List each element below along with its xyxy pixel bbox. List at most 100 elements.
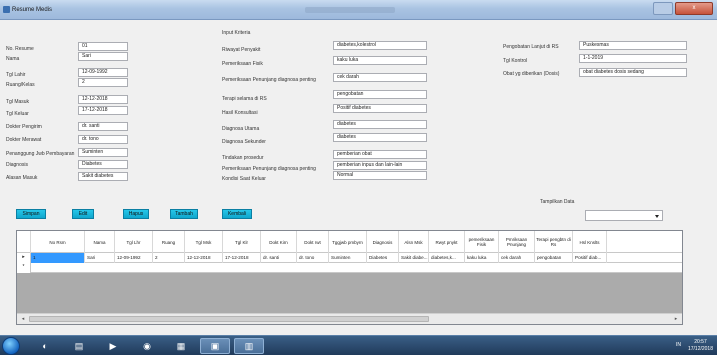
label-kondisi-keluar: Kondisi Saat Keluar (222, 176, 266, 182)
label-dokter-pengirim: Dokter Pengirim (6, 124, 42, 130)
label-no-resume: No. Resume (6, 46, 34, 52)
table-cell[interactable]: Sakit diabe... (399, 253, 429, 263)
col-header[interactable]: Pmriksaan Pnunjang (499, 231, 535, 253)
input-pemeriksaan-penunjang[interactable]: cek darah (333, 73, 427, 82)
input-tgl-keluar[interactable]: 17-12-2018 (78, 106, 128, 115)
input-alasan-masuk[interactable]: Sakit diabetes (78, 172, 128, 181)
input-hasil-konsultasi[interactable]: Positif diabetes (333, 104, 427, 113)
data-grid[interactable]: No Rsm Nama Tgl Lhr Ruang Tgl Msk Tgl Kl… (16, 230, 683, 325)
input-dokter-pengirim[interactable]: dr. santi (78, 122, 128, 131)
kembali-button[interactable]: Kembali (222, 209, 252, 219)
input-diagnosa-sekunder[interactable]: diabetes (333, 133, 427, 142)
col-header[interactable]: Tggjwb pmbyrn (329, 231, 367, 253)
blurred-title-strip (305, 7, 395, 13)
table-cell[interactable]: Sari (85, 253, 115, 263)
label-pemeriksaan-penunjang: Pemeriksaan Penunjang diagnosa penting (222, 77, 316, 83)
input-no-resume[interactable]: 01 (78, 42, 128, 51)
input-dokter-merawat[interactable]: dr. tono (78, 135, 128, 144)
input-tgl-masuk[interactable]: 12-12-2018 (78, 95, 128, 104)
clock-date: 17/12/2018 (687, 346, 713, 352)
app-icon-2[interactable]: ▣ (200, 338, 230, 354)
table-cell[interactable]: cek darah (499, 253, 535, 263)
col-header[interactable]: Ruang (153, 231, 185, 253)
input-pemeriksaan-penunjang-2[interactable]: pemberian inpus dan lain-lain (333, 161, 427, 170)
table-cell[interactable]: 1 (31, 253, 85, 263)
table-cell[interactable]: 12-09-1992 (115, 253, 153, 263)
table-cell[interactable]: kaku luka (465, 253, 499, 263)
app-icon-1[interactable]: ▦ (166, 338, 196, 354)
input-tindakan-prosedur[interactable]: pemberian obat (333, 150, 427, 159)
input-tgl-kontrol[interactable]: 1-1-2019 (579, 54, 687, 63)
title-bar: Resume Medis x (0, 0, 717, 20)
col-header[interactable]: Alsn Msk (399, 231, 429, 253)
col-header[interactable]: Tgl Msk (185, 231, 223, 253)
app-icon-3[interactable]: ▥ (234, 338, 264, 354)
table-cell[interactable]: 12-12-2018 (185, 253, 223, 263)
col-header[interactable]: Rwyt pnykt (429, 231, 465, 253)
label-tgl-keluar: Tgl Keluar (6, 111, 29, 117)
clock[interactable]: 20:57 17/12/2018 (688, 339, 713, 353)
table-cell[interactable]: Suminten (329, 253, 367, 263)
input-penanggung-jawab[interactable]: Suminten (78, 148, 128, 157)
input-tgl-lahir[interactable]: 12-09-1992 (78, 68, 128, 77)
window-title: Resume Medis (12, 7, 53, 13)
input-kondisi-keluar[interactable]: Normal (333, 171, 427, 180)
system-tray[interactable]: IN (676, 342, 681, 348)
table-cell[interactable]: pengobatan (535, 253, 573, 263)
new-row-marker: * (17, 263, 31, 273)
input-obat-dosis[interactable]: obat diabetes dosis sedang (579, 68, 687, 77)
col-header[interactable]: pemeriksaan Fisik (465, 231, 499, 253)
new-row[interactable]: * (17, 263, 682, 273)
folder-icon[interactable]: ▤ (64, 338, 94, 354)
label-alasan-masuk: Alasan Masuk (6, 175, 38, 181)
col-header[interactable]: Hsl Knslts (573, 231, 607, 253)
col-header[interactable]: Diagnosis (367, 231, 399, 253)
media-player-icon[interactable]: ▶ (98, 338, 128, 354)
table-cell[interactable]: dr. santi (261, 253, 297, 263)
chrome-icon[interactable]: ◉ (132, 338, 162, 354)
input-nama[interactable]: Sari (78, 52, 128, 61)
close-button[interactable]: x (675, 2, 713, 15)
hapus-button[interactable]: Hapus (123, 209, 149, 219)
input-riwayat-penyakit[interactable]: diabetes,kolestrol (333, 41, 427, 50)
scroll-right-icon[interactable]: ▸ (672, 315, 680, 323)
label-diagnosis: Diagnosis (6, 162, 28, 168)
col-header[interactable]: Dokt Kirn (261, 231, 297, 253)
table-cell[interactable]: 17-12-2018 (223, 253, 261, 263)
col-header[interactable]: Dokt rwt (297, 231, 329, 253)
label-tgl-lahir: Tgl Lahir (6, 72, 26, 78)
start-button[interactable] (2, 337, 20, 355)
horizontal-scrollbar[interactable]: ◂ ▸ (17, 313, 682, 324)
label-penanggung-jawab: Penanggung Jwb Pembayaran (6, 151, 75, 157)
scroll-left-icon[interactable]: ◂ (19, 315, 27, 323)
table-cell[interactable]: diabetes,k... (429, 253, 465, 263)
input-ruang-kelas[interactable]: 2 (78, 78, 128, 87)
label-pemeriksaan-fisik: Pemeriksaan Fisik (222, 61, 263, 67)
input-terapi-rs[interactable]: pengobatan (333, 90, 427, 99)
table-cell[interactable]: 2 (153, 253, 185, 263)
grid-header: No Rsm Nama Tgl Lhr Ruang Tgl Msk Tgl Kl… (17, 231, 682, 253)
col-header[interactable]: Terapi pengbtn di Rs (535, 231, 573, 253)
simpan-button[interactable]: Simpan (16, 209, 46, 219)
scroll-thumb[interactable] (29, 316, 429, 322)
table-row[interactable]: ▸ 1 Sari 12-09-1992 2 12-12-2018 17-12-2… (17, 253, 682, 263)
grid-corner (17, 231, 31, 253)
table-cell[interactable]: Diabetes (367, 253, 399, 263)
input-pengobatan-lanjut[interactable]: Puskesmas (579, 41, 687, 50)
input-diagnosis[interactable]: Diabetes (78, 160, 128, 169)
col-header[interactable]: Tgl Klr (223, 231, 261, 253)
tampilkan-data-dropdown[interactable] (585, 210, 663, 221)
col-header[interactable]: No Rsm (31, 231, 85, 253)
edit-button[interactable]: Edit (72, 209, 94, 219)
minimize-button[interactable] (653, 2, 673, 15)
tambah-button[interactable]: Tambah (170, 209, 198, 219)
table-cell[interactable]: dr. tono (297, 253, 329, 263)
table-cell[interactable]: Positif diab... (573, 253, 607, 263)
col-header[interactable]: Nama (85, 231, 115, 253)
input-diagnosa-utama[interactable]: diabetes (333, 120, 427, 129)
input-pemeriksaan-fisik[interactable]: kaku luka (333, 56, 427, 65)
browser-icon[interactable]: ◐ (30, 338, 60, 354)
label-ruang-kelas: Ruang/Kelas (6, 82, 35, 88)
label-hasil-konsultasi: Hasil Konsultasi (222, 110, 258, 116)
col-header[interactable]: Tgl Lhr (115, 231, 153, 253)
